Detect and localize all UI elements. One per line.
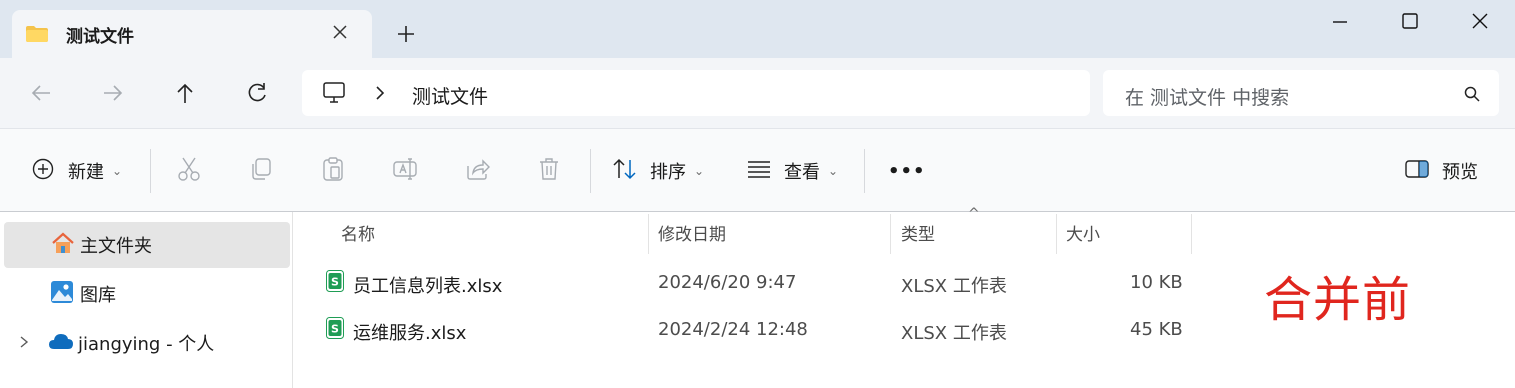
table-row[interactable]: S 员工信息列表.xlsx 2024/6/20 9:47 XLSX 工作表 10… — [320, 260, 1200, 306]
sort-button[interactable]: 排序 ⌄ — [612, 129, 704, 213]
divider — [864, 149, 865, 193]
file-modified: 2024/6/20 9:47 — [658, 272, 797, 293]
minimize-icon[interactable] — [1320, 8, 1360, 36]
chevron-down-icon: ⌄ — [112, 164, 123, 178]
chevron-right-icon[interactable] — [373, 84, 387, 102]
tab-active[interactable]: 测试文件 — [12, 10, 372, 58]
chevron-down-icon: ⌄ — [694, 164, 705, 178]
up-arrow-icon[interactable] — [170, 78, 200, 108]
chevron-down-icon: ⌄ — [828, 164, 839, 178]
copy-icon — [248, 156, 274, 186]
file-name: 运维服务.xlsx — [353, 323, 467, 344]
table-row[interactable]: S 运维服务.xlsx 2024/2/24 12:48 XLSX 工作表 45 … — [320, 307, 1200, 353]
onedrive-cloud-icon — [48, 332, 74, 354]
copy-button[interactable] — [248, 129, 274, 213]
new-label: 新建 — [68, 162, 104, 183]
file-type: XLSX 工作表 — [901, 276, 1007, 297]
sidebar-item-home[interactable]: 主文件夹 — [4, 222, 290, 268]
breadcrumb[interactable]: 测试文件 — [412, 82, 488, 109]
refresh-icon[interactable] — [242, 78, 272, 108]
share-button[interactable] — [464, 129, 490, 213]
sort-indicator-icon: ^ — [968, 206, 980, 222]
column-header-size[interactable]: 大小 — [1066, 220, 1100, 245]
command-bar: 新建 ⌄ 排序 ⌄ 查看 ⌄ ••• 预览 — [0, 128, 1515, 212]
file-size: 45 KB — [1130, 319, 1183, 340]
new-tab-button[interactable] — [394, 22, 418, 46]
column-header-modified[interactable]: 修改日期 — [658, 220, 726, 245]
column-divider[interactable] — [1056, 214, 1057, 254]
this-pc-icon[interactable] — [322, 82, 346, 104]
annotation-label: 合并前 — [1264, 272, 1412, 328]
preview-pane-button[interactable]: 预览 — [1404, 129, 1478, 213]
divider — [590, 149, 591, 193]
folder-icon — [26, 26, 48, 42]
view-label: 查看 — [784, 162, 820, 183]
share-icon — [464, 156, 490, 186]
sidebar-item-gallery[interactable]: 图库 — [4, 271, 290, 317]
column-divider[interactable] — [648, 214, 649, 254]
chevron-right-icon[interactable] — [18, 334, 30, 353]
sort-arrows-icon — [612, 158, 638, 184]
xlsx-file-icon: S — [326, 270, 344, 292]
sidebar-item-onedrive[interactable]: jiangying - 个人 — [4, 320, 290, 366]
home-icon — [50, 231, 76, 259]
column-header-type[interactable]: 类型 — [901, 220, 935, 245]
clipboard-icon — [320, 156, 346, 186]
file-modified: 2024/2/24 12:48 — [658, 319, 808, 340]
sidebar-item-label: 主文件夹 — [80, 236, 152, 257]
more-options-button[interactable]: ••• — [888, 129, 926, 213]
column-divider[interactable] — [1191, 214, 1192, 254]
trash-icon — [536, 156, 562, 186]
list-view-icon — [746, 159, 772, 183]
navigation-pane: 主文件夹 图库 jiangying - 个人 — [0, 212, 293, 388]
forward-arrow-icon[interactable] — [98, 78, 128, 108]
paste-button[interactable] — [320, 129, 346, 213]
preview-pane-icon — [1404, 159, 1430, 183]
sidebar-item-label: 图库 — [80, 285, 116, 306]
add-circle-icon — [32, 158, 54, 184]
divider — [150, 149, 151, 193]
title-bar: 测试文件 — [0, 0, 1515, 58]
new-button[interactable]: 新建 ⌄ — [32, 129, 122, 213]
view-button[interactable]: 查看 ⌄ — [746, 129, 838, 213]
search-icon[interactable] — [1463, 85, 1481, 103]
rename-button[interactable] — [392, 129, 418, 213]
address-row: 测试文件 在 测试文件 中搜索 — [0, 58, 1515, 128]
column-header-name[interactable]: 名称 — [341, 220, 375, 245]
file-size: 10 KB — [1130, 272, 1183, 293]
sort-label: 排序 — [650, 162, 686, 183]
preview-label: 预览 — [1442, 162, 1478, 183]
cut-button[interactable] — [176, 129, 202, 213]
back-arrow-icon[interactable] — [26, 78, 56, 108]
close-tab-icon[interactable] — [330, 22, 350, 42]
gallery-icon — [50, 280, 74, 308]
tab-title: 测试文件 — [66, 26, 134, 47]
svg-text:S: S — [331, 323, 339, 336]
more-icon: ••• — [888, 160, 926, 182]
xlsx-file-icon: S — [326, 317, 344, 339]
file-name: 员工信息列表.xlsx — [353, 276, 503, 297]
scissors-icon — [176, 156, 202, 186]
maximize-icon[interactable] — [1390, 8, 1430, 36]
address-bar[interactable]: 测试文件 — [302, 70, 1090, 116]
delete-button[interactable] — [536, 129, 562, 213]
search-placeholder: 在 测试文件 中搜索 — [1125, 87, 1290, 109]
file-type: XLSX 工作表 — [901, 323, 1007, 344]
sidebar-item-label: jiangying - 个人 — [78, 334, 215, 355]
svg-text:S: S — [331, 276, 339, 289]
column-divider[interactable] — [890, 214, 891, 254]
rename-icon — [392, 156, 418, 186]
search-input[interactable]: 在 测试文件 中搜索 — [1103, 70, 1499, 116]
close-window-icon[interactable] — [1460, 8, 1500, 36]
